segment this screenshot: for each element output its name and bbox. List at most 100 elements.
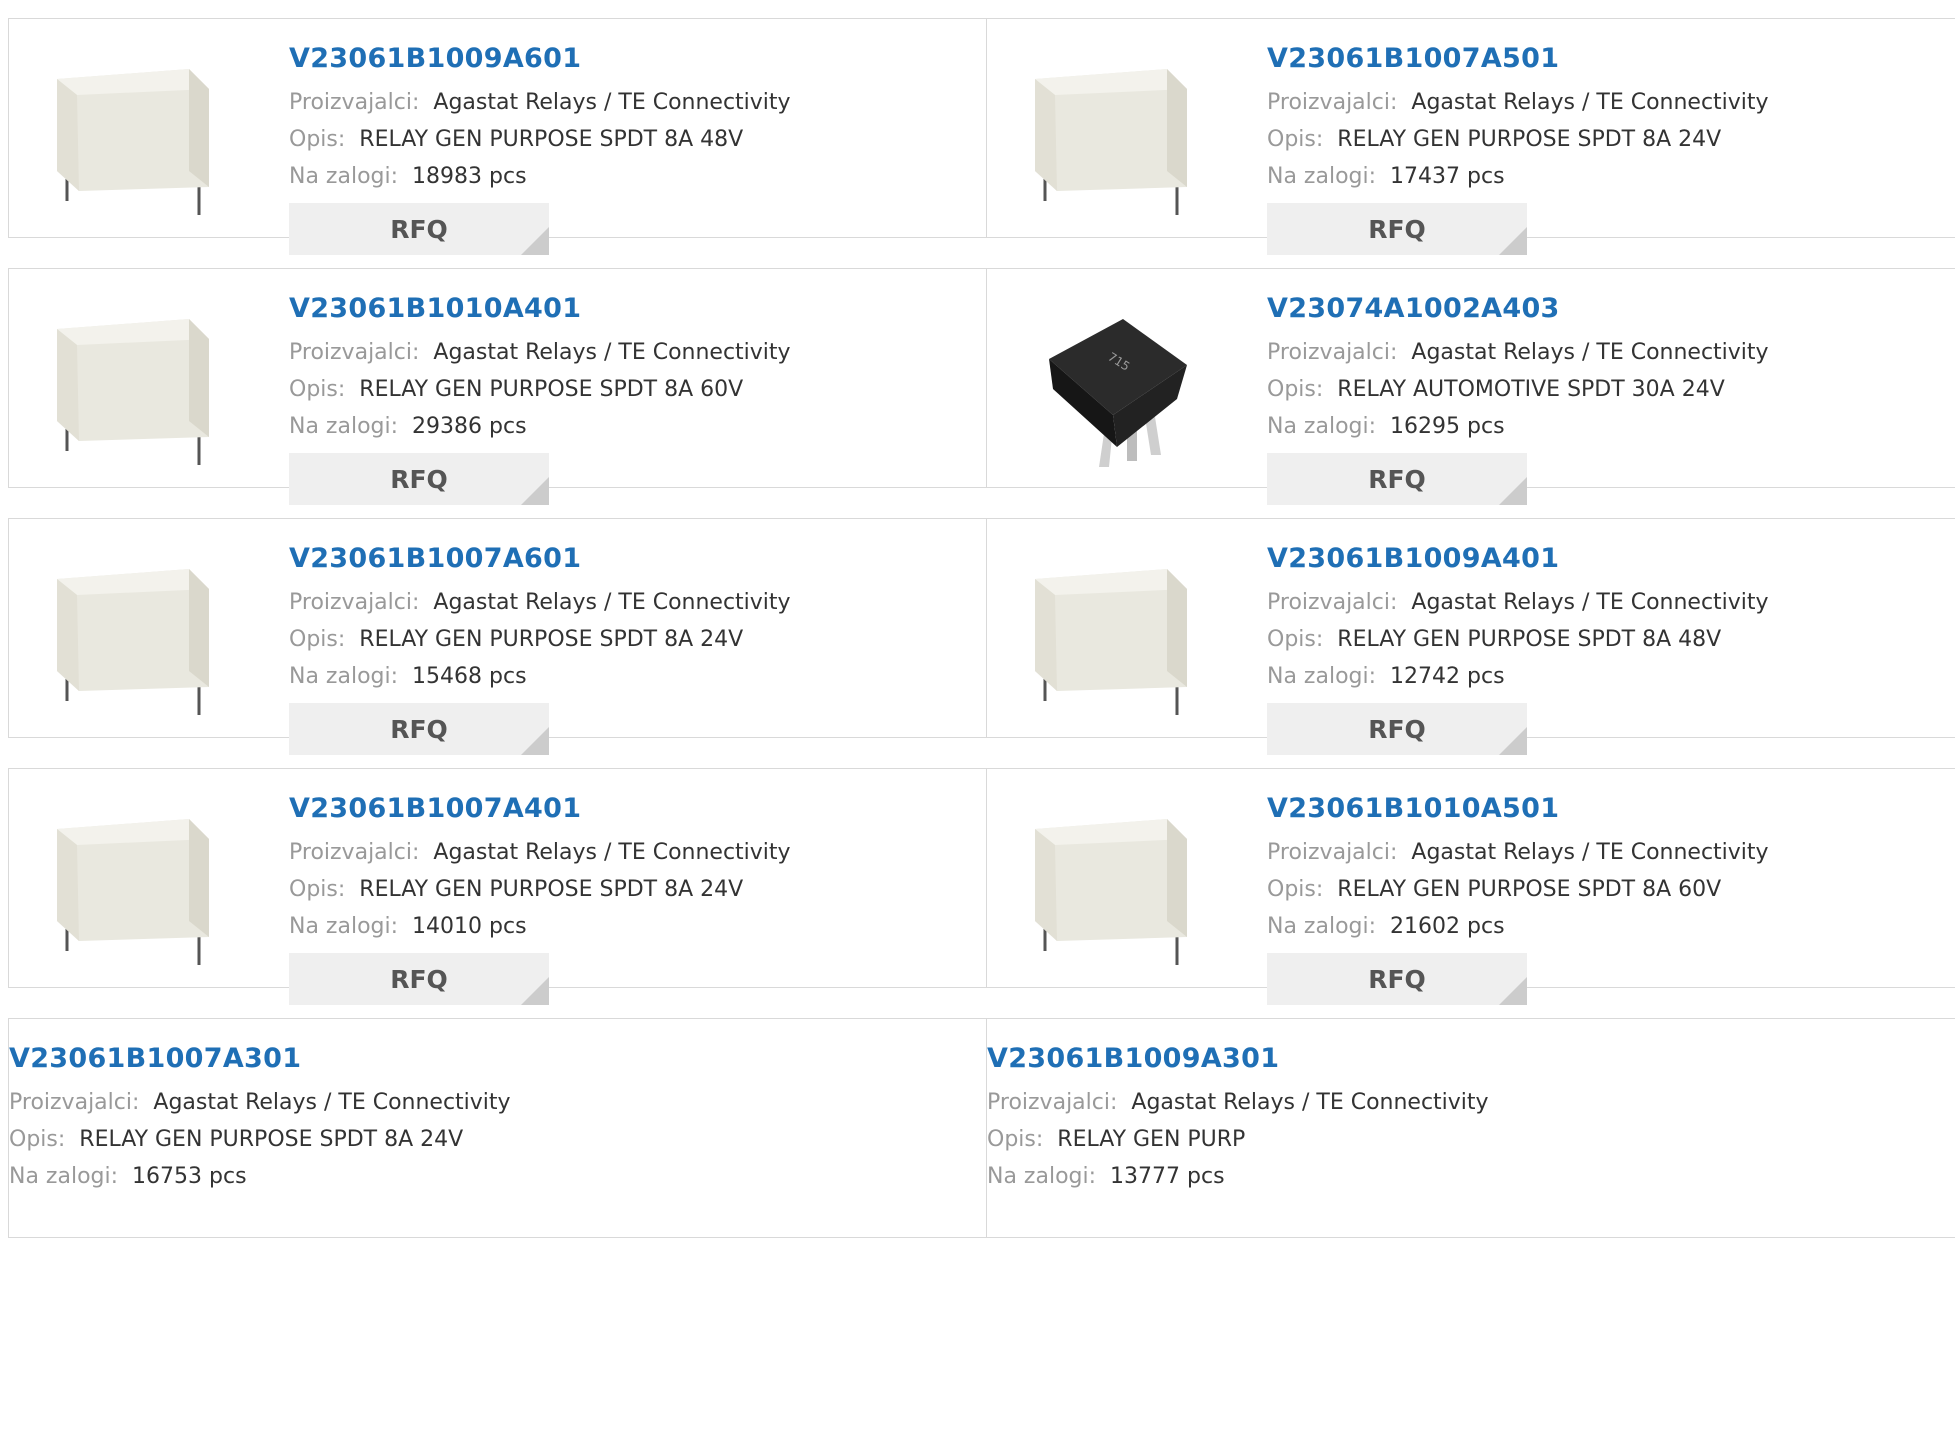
stock-line: Na zalogi: 12742 pcs bbox=[1267, 658, 1769, 695]
manufacturer-label: Proizvajalci: bbox=[987, 1090, 1118, 1115]
manufacturer-value: Agastat Relays / TE Connectivity bbox=[1131, 1090, 1489, 1115]
stock-label: Na zalogi: bbox=[289, 164, 399, 189]
stock-line: Na zalogi: 16753 pcs bbox=[9, 1158, 511, 1195]
description-line: Opis: RELAY GEN PURP bbox=[987, 1121, 1489, 1158]
part-number-link[interactable]: V23061B1007A301 bbox=[9, 1043, 511, 1074]
rfq-button[interactable]: RFQ bbox=[289, 703, 549, 755]
manufacturer-value: Agastat Relays / TE Connectivity bbox=[433, 90, 791, 115]
part-number-link[interactable]: V23061B1009A601 bbox=[289, 43, 791, 74]
product-image[interactable] bbox=[49, 309, 249, 469]
manufacturer-line: Proizvajalci: Agastat Relays / TE Connect… bbox=[289, 584, 791, 621]
rfq-label: RFQ bbox=[390, 214, 448, 244]
product-info: V23061B1009A301 Proizvajalci: Agastat Rela… bbox=[987, 1043, 1489, 1195]
manufacturer-line: Proizvajalci: Agastat Relays / TE Connect… bbox=[1267, 334, 1769, 371]
stock-value: 12742 pcs bbox=[1390, 664, 1505, 689]
stock-label: Na zalogi: bbox=[9, 1164, 119, 1189]
product-image[interactable] bbox=[1027, 309, 1227, 469]
product-image[interactable] bbox=[1027, 559, 1227, 719]
product-image[interactable] bbox=[49, 809, 249, 969]
rfq-label: RFQ bbox=[1368, 214, 1426, 244]
manufacturer-label: Proizvajalci: bbox=[289, 90, 420, 115]
part-number-link[interactable]: V23061B1007A401 bbox=[289, 793, 791, 824]
part-number-link[interactable]: V23074A1002A403 bbox=[1267, 293, 1769, 324]
manufacturer-line: Proizvajalci: Agastat Relays / TE Connect… bbox=[1267, 84, 1769, 121]
manufacturer-value: Agastat Relays / TE Connectivity bbox=[433, 340, 791, 365]
manufacturer-label: Proizvajalci: bbox=[1267, 590, 1398, 615]
description-label: Opis: bbox=[289, 377, 346, 402]
corner-triangle-icon bbox=[521, 727, 549, 755]
manufacturer-label: Proizvajalci: bbox=[1267, 90, 1398, 115]
manufacturer-line: Proizvajalci: Agastat Relays / TE Connect… bbox=[9, 1084, 511, 1121]
part-number-link[interactable]: V23061B1010A501 bbox=[1267, 793, 1769, 824]
manufacturer-line: Proizvajalci: Agastat Relays / TE Connect… bbox=[289, 834, 791, 871]
stock-line: Na zalogi: 16295 pcs bbox=[1267, 408, 1769, 445]
rfq-label: RFQ bbox=[390, 714, 448, 744]
rfq-button[interactable]: RFQ bbox=[1267, 703, 1527, 755]
description-label: Opis: bbox=[9, 1127, 66, 1152]
rfq-button[interactable]: RFQ bbox=[289, 203, 549, 255]
part-number-link[interactable]: V23061B1007A501 bbox=[1267, 43, 1769, 74]
product-image[interactable] bbox=[49, 559, 249, 719]
part-number-link[interactable]: V23061B1009A401 bbox=[1267, 543, 1769, 574]
description-label: Opis: bbox=[289, 877, 346, 902]
manufacturer-value: Agastat Relays / TE Connectivity bbox=[1411, 840, 1769, 865]
product-info: V23061B1010A501 Proizvajalci: Agastat Rela… bbox=[1267, 793, 1769, 1005]
stock-line: Na zalogi: 17437 pcs bbox=[1267, 158, 1769, 195]
manufacturer-value: Agastat Relays / TE Connectivity bbox=[153, 1090, 511, 1115]
description-value: RELAY AUTOMOTIVE SPDT 30A 24V bbox=[1337, 377, 1725, 402]
manufacturer-label: Proizvajalci: bbox=[289, 840, 420, 865]
stock-value: 17437 pcs bbox=[1390, 164, 1505, 189]
product-info: V23061B1009A401 Proizvajalci: Agastat Rela… bbox=[1267, 543, 1769, 755]
part-number-link[interactable]: V23061B1010A401 bbox=[289, 293, 791, 324]
product-image[interactable] bbox=[1027, 59, 1227, 219]
description-label: Opis: bbox=[1267, 877, 1324, 902]
description-label: Opis: bbox=[289, 627, 346, 652]
rfq-label: RFQ bbox=[1368, 964, 1426, 994]
stock-label: Na zalogi: bbox=[1267, 664, 1377, 689]
description-line: Opis: RELAY GEN PURPOSE SPDT 8A 60V bbox=[289, 371, 791, 408]
stock-label: Na zalogi: bbox=[987, 1164, 1097, 1189]
product-card: V23061B1009A601 Proizvajalci: Agastat Rela… bbox=[9, 19, 987, 255]
rfq-button[interactable]: RFQ bbox=[1267, 203, 1527, 255]
manufacturer-label: Proizvajalci: bbox=[289, 340, 420, 365]
rfq-button[interactable]: RFQ bbox=[289, 453, 549, 505]
description-line: Opis: RELAY GEN PURPOSE SPDT 8A 24V bbox=[1267, 121, 1769, 158]
description-value: RELAY GEN PURPOSE SPDT 8A 24V bbox=[359, 877, 744, 902]
part-number-link[interactable]: V23061B1007A601 bbox=[289, 543, 791, 574]
description-line: Opis: RELAY GEN PURPOSE SPDT 8A 24V bbox=[9, 1121, 511, 1158]
product-info: V23061B1010A401 Proizvajalci: Agastat Rela… bbox=[289, 293, 791, 505]
rfq-button[interactable]: RFQ bbox=[1267, 453, 1527, 505]
stock-value: 13777 pcs bbox=[1110, 1164, 1225, 1189]
product-info: V23061B1007A301 Proizvajalci: Agastat Rela… bbox=[9, 1043, 511, 1195]
rfq-button[interactable]: RFQ bbox=[289, 953, 549, 1005]
stock-value: 21602 pcs bbox=[1390, 914, 1505, 939]
product-card: V23061B1010A501 Proizvajalci: Agastat Rela… bbox=[987, 769, 1955, 1005]
corner-triangle-icon bbox=[1499, 477, 1527, 505]
product-card: V23061B1007A401 Proizvajalci: Agastat Rela… bbox=[9, 769, 987, 1005]
stock-value: 18983 pcs bbox=[412, 164, 527, 189]
description-label: Opis: bbox=[289, 127, 346, 152]
description-line: Opis: RELAY AUTOMOTIVE SPDT 30A 24V bbox=[1267, 371, 1769, 408]
product-image[interactable] bbox=[1027, 809, 1227, 969]
product-info: V23061B1007A501 Proizvajalci: Agastat Rela… bbox=[1267, 43, 1769, 255]
rfq-label: RFQ bbox=[390, 464, 448, 494]
description-value: RELAY GEN PURPOSE SPDT 8A 60V bbox=[359, 377, 744, 402]
rfq-button[interactable]: RFQ bbox=[1267, 953, 1527, 1005]
manufacturer-value: Agastat Relays / TE Connectivity bbox=[1411, 590, 1769, 615]
corner-triangle-icon bbox=[521, 477, 549, 505]
rfq-label: RFQ bbox=[1368, 464, 1426, 494]
stock-label: Na zalogi: bbox=[289, 414, 399, 439]
description-value: RELAY GEN PURPOSE SPDT 8A 24V bbox=[1337, 127, 1722, 152]
product-card: V23061B1009A301 Proizvajalci: Agastat Rela… bbox=[987, 1019, 1955, 1237]
part-number-link[interactable]: V23061B1009A301 bbox=[987, 1043, 1489, 1074]
description-line: Opis: RELAY GEN PURPOSE SPDT 8A 24V bbox=[289, 871, 791, 908]
product-card: V23061B1010A401 Proizvajalci: Agastat Rela… bbox=[9, 269, 987, 505]
description-label: Opis: bbox=[1267, 127, 1324, 152]
description-value: RELAY GEN PURP bbox=[1057, 1127, 1246, 1152]
manufacturer-label: Proizvajalci: bbox=[289, 590, 420, 615]
stock-value: 29386 pcs bbox=[412, 414, 527, 439]
product-row: V23061B1007A601 Proizvajalci: Agastat Rela… bbox=[8, 518, 1955, 755]
manufacturer-line: Proizvajalci: Agastat Relays / TE Connect… bbox=[289, 84, 791, 121]
product-image[interactable] bbox=[49, 59, 249, 219]
corner-triangle-icon bbox=[521, 227, 549, 255]
